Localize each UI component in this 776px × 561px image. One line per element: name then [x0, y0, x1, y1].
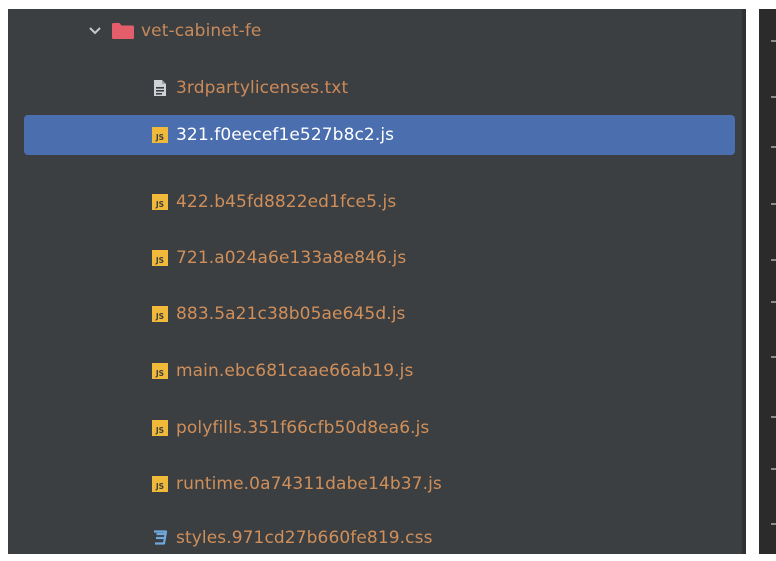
svg-text:JS: JS	[155, 256, 164, 265]
gutter-marker	[771, 523, 776, 525]
svg-text:JS: JS	[155, 133, 164, 142]
tree-scrollbar-track[interactable]	[742, 9, 746, 554]
css-file-icon	[154, 530, 168, 545]
gutter-marker	[771, 301, 776, 303]
js-file-icon: JS	[152, 420, 168, 436]
project-tree-panel: vet-cabinet-fe 3rdpartylicenses.txt JS 3…	[8, 9, 742, 554]
file-name: styles.971cd27b660fe819.css	[176, 528, 433, 548]
tree-file-row[interactable]: styles.971cd27b660fe819.css	[152, 518, 433, 554]
tree-file-row[interactable]: JS 422.b45fd8822ed1fce5.js	[152, 182, 396, 222]
folder-name: vet-cabinet-fe	[141, 21, 262, 41]
text-file-icon	[154, 80, 166, 96]
svg-text:JS: JS	[155, 369, 164, 378]
gutter-marker	[771, 96, 776, 98]
file-name: runtime.0a74311dabe14b37.js	[176, 474, 442, 494]
tree-file-row[interactable]: JS 721.a024a6e133a8e846.js	[152, 238, 406, 278]
file-name: polyfills.351f66cfb50d8ea6.js	[176, 418, 430, 438]
folder-icon	[112, 23, 134, 39]
svg-text:JS: JS	[155, 482, 164, 491]
gutter-marker	[771, 259, 776, 261]
file-name: 3rdpartylicenses.txt	[176, 78, 349, 98]
gutter-marker	[771, 356, 776, 358]
tree-file-row-selected[interactable]: JS 321.f0eecef1e527b8c2.js	[24, 115, 735, 155]
svg-text:JS: JS	[155, 312, 164, 321]
file-name: main.ebc681caae66ab19.js	[176, 361, 414, 381]
svg-text:JS: JS	[155, 200, 164, 209]
gutter-marker	[771, 468, 776, 470]
gutter-marker	[771, 146, 776, 148]
gutter-marker	[771, 416, 776, 418]
tree-folder-vet-cabinet-fe[interactable]: vet-cabinet-fe	[88, 11, 261, 51]
js-file-icon: JS	[152, 306, 168, 322]
file-name: 321.f0eecef1e527b8c2.js	[176, 125, 395, 145]
tree-file-row[interactable]: JS 883.5a21c38b05ae645d.js	[152, 294, 406, 334]
tree-file-row[interactable]: JS polyfills.351f66cfb50d8ea6.js	[152, 408, 429, 448]
editor-gutter	[759, 9, 776, 554]
js-file-icon: JS	[152, 127, 168, 143]
screenshot-frame: vet-cabinet-fe 3rdpartylicenses.txt JS 3…	[0, 0, 776, 561]
svg-text:JS: JS	[155, 426, 164, 435]
js-file-icon: JS	[152, 363, 168, 379]
js-file-icon: JS	[152, 476, 168, 492]
file-name: 721.a024a6e133a8e846.js	[176, 248, 407, 268]
js-file-icon: JS	[152, 194, 168, 210]
tree-file-row[interactable]: JS main.ebc681caae66ab19.js	[152, 351, 413, 391]
chevron-down-icon[interactable]	[88, 24, 102, 38]
gutter-marker	[771, 203, 776, 205]
js-file-icon: JS	[152, 250, 168, 266]
file-name: 883.5a21c38b05ae645d.js	[176, 304, 406, 324]
file-name: 422.b45fd8822ed1fce5.js	[176, 192, 397, 212]
tree-file-row[interactable]: 3rdpartylicenses.txt	[152, 68, 348, 108]
tree-file-row[interactable]: JS runtime.0a74311dabe14b37.js	[152, 464, 442, 504]
gutter-marker	[771, 40, 776, 42]
